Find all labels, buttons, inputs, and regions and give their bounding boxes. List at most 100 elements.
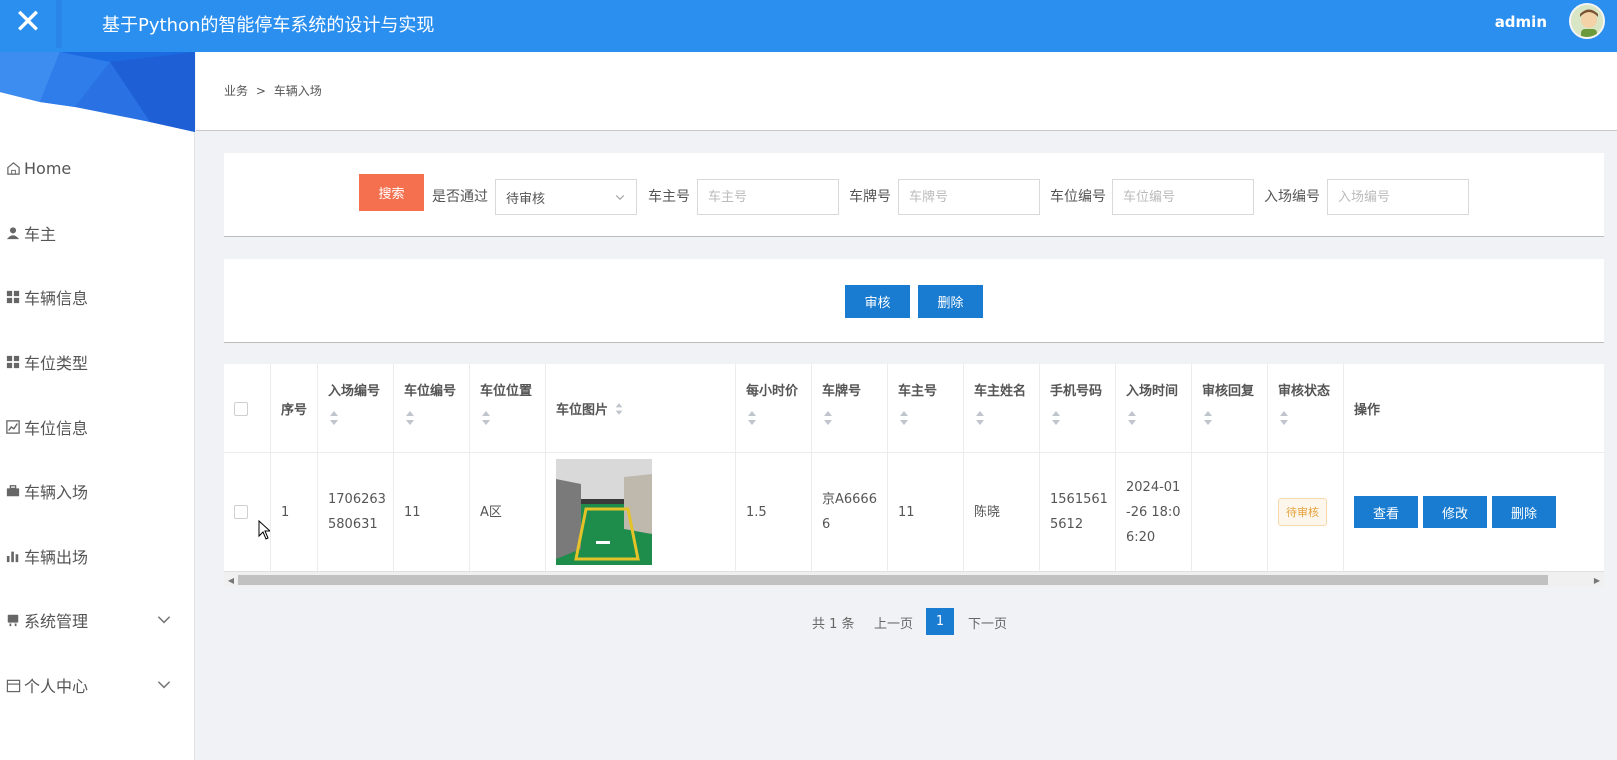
sort-icon[interactable] — [404, 409, 416, 427]
sort-icon[interactable] — [822, 409, 834, 427]
sidebar-item-label: 车位信息 — [24, 419, 89, 438]
sidebar-item-owner[interactable]: 车主 — [0, 213, 195, 253]
cell-location: A区 — [470, 453, 546, 571]
column-header-label: 每小时价 — [746, 384, 799, 399]
cell-plate-line2: 6 — [822, 517, 831, 532]
column-header[interactable]: 每小时价 — [736, 364, 812, 453]
plate-input[interactable] — [898, 179, 1040, 215]
select-all-cell — [224, 364, 271, 453]
data-table: 序号 入场编号 车位编号 车位位置 车位图片 每小时价 车牌号 车主号 车主姓名… — [224, 364, 1604, 587]
column-header[interactable]: 车位编号 — [394, 364, 470, 453]
user-icon — [4, 224, 22, 242]
sidebar-item-vehicle-info[interactable]: 车辆信息 — [0, 277, 195, 317]
scroll-left-icon[interactable]: ◀ — [226, 575, 236, 585]
sidebar-item-personal-center[interactable]: 个人中心 — [0, 665, 195, 705]
parking-space-image[interactable] — [556, 459, 652, 565]
cell-space-no: 11 — [394, 453, 470, 571]
column-header-label: 车位图片 — [556, 403, 609, 418]
pager-current-page[interactable]: 1 — [926, 608, 954, 635]
column-header[interactable]: 审核回复 — [1192, 364, 1268, 453]
column-header[interactable]: 车位位置 — [470, 364, 546, 453]
column-header[interactable]: 车主姓名 — [964, 364, 1040, 453]
delete-button[interactable]: 删除 — [1492, 496, 1556, 528]
owner-no-label: 车主号 — [648, 189, 690, 205]
avatar[interactable] — [1569, 3, 1605, 39]
column-header[interactable]: 入场时间 — [1116, 364, 1192, 453]
approved-select[interactable]: 待审核 — [495, 179, 637, 215]
sidebar-item-vehicle-entry[interactable]: 车辆入场 — [0, 471, 195, 511]
sidebar-item-space-info[interactable]: 车位信息 — [0, 407, 195, 447]
sort-icon[interactable] — [974, 409, 986, 427]
entry-no-input[interactable] — [1327, 179, 1469, 215]
review-button[interactable]: 审核 — [845, 285, 910, 318]
sort-icon[interactable] — [898, 409, 910, 427]
column-header: 操作 — [1354, 403, 1381, 418]
home-icon — [4, 159, 22, 177]
pager-prev[interactable]: 上一页 — [874, 609, 913, 635]
owner-no-input[interactable] — [697, 179, 839, 215]
cell-plate-line1: 京A6666 — [822, 492, 877, 507]
sort-icon[interactable] — [480, 409, 492, 427]
username[interactable]: admin — [1495, 13, 1547, 31]
column-header[interactable]: 车牌号 — [812, 364, 888, 453]
sidebar-item-label: 车主 — [24, 225, 57, 244]
column-header[interactable]: 入场编号 — [318, 364, 394, 453]
cell-plate: 京A6666 6 — [812, 453, 888, 571]
column-header[interactable]: 手机号码 — [1040, 364, 1116, 453]
cell-review-status: 待审核 — [1268, 453, 1344, 571]
status-badge: 待审核 — [1278, 498, 1327, 526]
sidebar-item-system-management[interactable]: 系统管理 — [0, 600, 195, 640]
sidebar-item-label: 车辆入场 — [24, 483, 89, 502]
approved-select-value: 待审核 — [506, 191, 546, 207]
chart-area-icon — [4, 418, 22, 436]
column-header[interactable]: 车位图片 — [546, 364, 736, 453]
sidebar-item-space-type[interactable]: 车位类型 — [0, 342, 195, 382]
column-header-label: 车位位置 — [480, 384, 533, 399]
select-all-checkbox[interactable] — [234, 401, 248, 416]
sidebar-banner — [0, 52, 195, 132]
sort-icon[interactable] — [614, 401, 624, 417]
sort-icon[interactable] — [1126, 409, 1138, 427]
sort-icon[interactable] — [1202, 409, 1214, 427]
space-no-input[interactable] — [1112, 179, 1254, 215]
view-button[interactable]: 查看 — [1354, 496, 1418, 528]
grid-icon — [4, 353, 22, 371]
horizontal-scrollbar[interactable]: ◀ ▶ — [224, 571, 1604, 587]
search-button[interactable]: 搜索 — [359, 174, 424, 211]
scroll-right-icon[interactable]: ▶ — [1592, 575, 1602, 585]
sidebar-item-label: 车辆信息 — [24, 289, 89, 308]
approved-label: 是否通过 — [432, 189, 488, 205]
cell-entry-time-line2: -26 18:0 — [1126, 504, 1181, 520]
row-select-cell — [224, 453, 271, 571]
sort-icon[interactable] — [1278, 409, 1290, 427]
sort-icon[interactable] — [746, 409, 758, 427]
cell-phone-line1: 1561561 — [1050, 492, 1108, 507]
sidebar-item-label: 系统管理 — [24, 612, 89, 631]
sort-icon[interactable] — [328, 409, 340, 427]
scrollbar-thumb[interactable] — [238, 575, 1548, 585]
column-header-label: 审核状态 — [1278, 384, 1331, 399]
bar-chart-icon — [4, 547, 22, 565]
sidebar-item-vehicle-exit[interactable]: 车辆出场 — [0, 536, 195, 576]
column-header-label: 入场时间 — [1126, 384, 1179, 399]
sidebar-item-home[interactable]: Home — [0, 148, 195, 188]
sidebar-item-label: Home — [24, 158, 72, 178]
sidebar: Home 车主 车辆信息 车位类型 车位信息 车辆入场 车辆出场 系统管理 个人… — [0, 52, 195, 760]
batch-delete-button[interactable]: 删除 — [918, 285, 983, 318]
cell-entry-no: 1706263 580631 — [318, 453, 394, 571]
cell-owner-name: 陈晓 — [964, 453, 1040, 571]
pager-next[interactable]: 下一页 — [968, 609, 1007, 635]
column-header-label: 入场编号 — [328, 384, 381, 399]
column-header[interactable]: 审核状态 — [1268, 364, 1344, 453]
close-icon[interactable]: ✕ — [0, 0, 56, 44]
chevron-down-icon — [157, 616, 171, 624]
cell-space-image — [546, 453, 736, 571]
server-icon — [4, 611, 22, 629]
row-checkbox[interactable] — [234, 505, 248, 519]
edit-button[interactable]: 修改 — [1423, 496, 1487, 528]
column-header-label: 车位编号 — [404, 384, 457, 399]
breadcrumb-parent[interactable]: 业务 — [224, 84, 248, 98]
column-header-label: 车主号 — [898, 384, 938, 399]
sort-icon[interactable] — [1050, 409, 1062, 427]
column-header[interactable]: 车主号 — [888, 364, 964, 453]
